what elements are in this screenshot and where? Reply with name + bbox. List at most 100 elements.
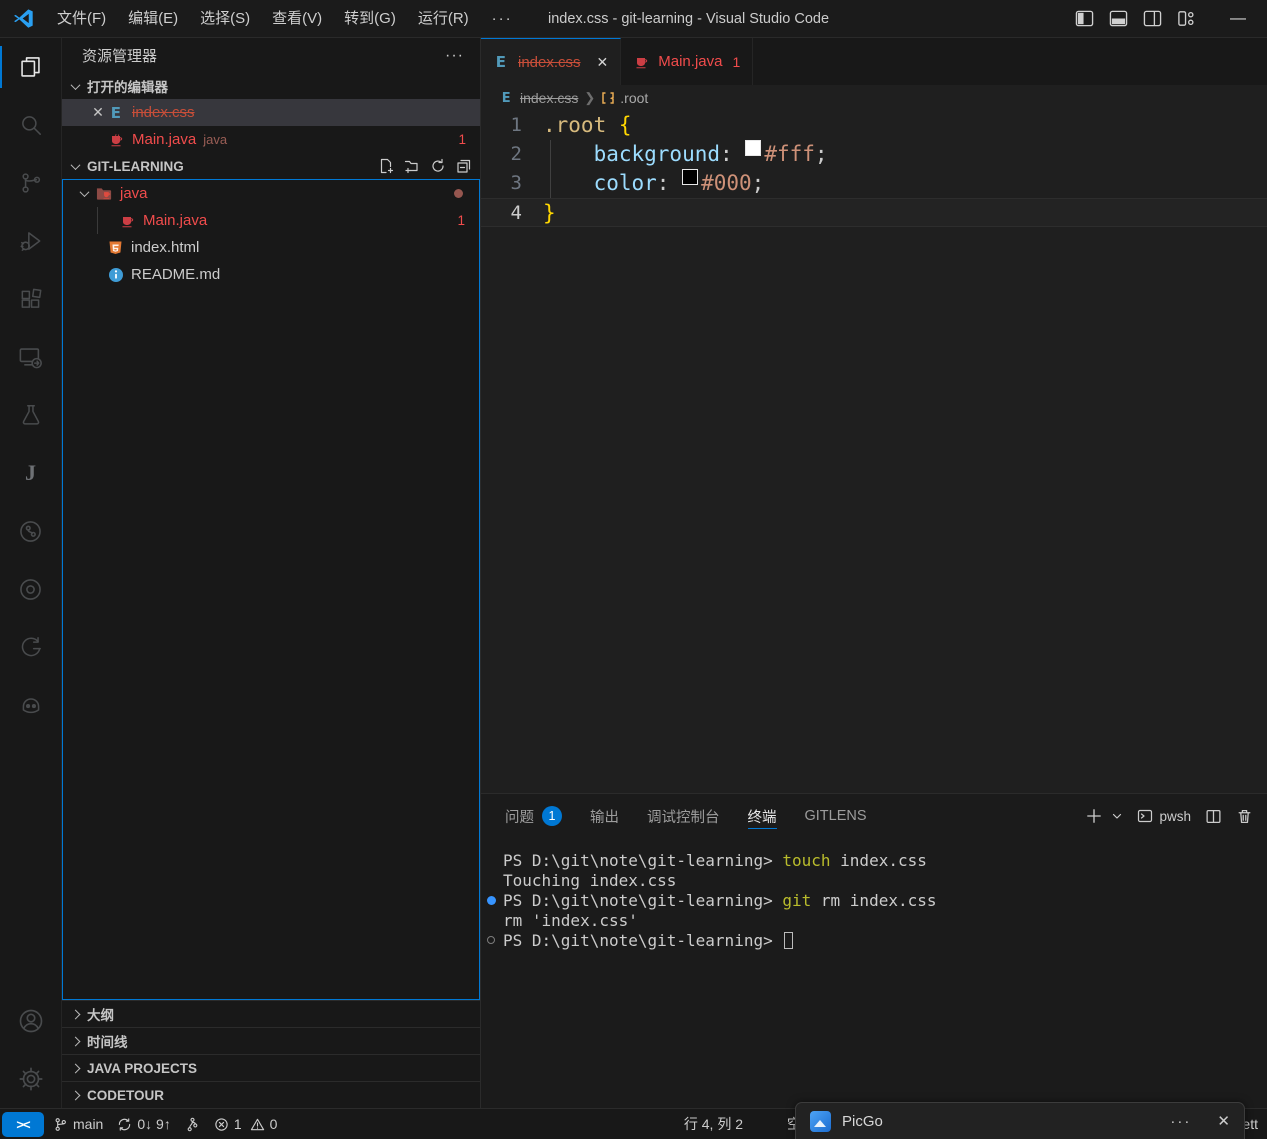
chevron-right-icon xyxy=(71,1063,81,1073)
branch-name: main xyxy=(73,1116,103,1132)
explorer-icon[interactable] xyxy=(0,38,61,96)
bottom-panel: 问题 1 输出 调试控制台 终端 GITLENS pwsh xyxy=(481,793,1267,1108)
tab-main-java[interactable]: Main.java 1 xyxy=(621,38,753,85)
toggle-panel-icon[interactable] xyxy=(1107,8,1129,30)
terminal-output[interactable]: PS D:\git\note\git-learning> touch index… xyxy=(481,838,1267,1108)
remote-indicator[interactable]: >< xyxy=(2,1112,44,1137)
search-icon[interactable] xyxy=(0,96,61,154)
menu-more-icon[interactable]: ··· xyxy=(480,10,525,27)
copilot-robot-icon[interactable] xyxy=(0,676,61,734)
refresh-icon[interactable] xyxy=(430,158,446,174)
testing-icon[interactable] xyxy=(0,386,61,444)
git-sync-item[interactable]: 0↓ 9↑ xyxy=(110,1109,177,1139)
open-editor-index-css[interactable]: ✕ Ǝ index.css xyxy=(62,99,480,126)
file-label: Main.java xyxy=(143,212,207,229)
section-label: JAVA PROJECTS xyxy=(87,1061,197,1076)
tree-folder-java[interactable]: java xyxy=(63,180,479,207)
terminal-instance-pwsh[interactable]: pwsh xyxy=(1137,808,1191,824)
breadcrumb[interactable]: Ǝ index.css ❯ .root xyxy=(481,85,1267,111)
tab-label: Main.java xyxy=(658,53,722,70)
panel-tab-bar: 问题 1 输出 调试控制台 终端 GITLENS pwsh xyxy=(481,794,1267,838)
chevron-down-icon xyxy=(80,187,90,197)
gitlens-icon[interactable] xyxy=(0,502,61,560)
account-icon[interactable] xyxy=(0,992,61,1050)
collapse-all-icon[interactable] xyxy=(456,158,472,174)
source-control-icon[interactable] xyxy=(0,154,61,212)
menu-selection[interactable]: 选择(S) xyxy=(189,0,261,37)
section-codetour[interactable]: CODETOUR xyxy=(62,1081,480,1108)
workspace-header[interactable]: GIT-LEARNING xyxy=(62,153,480,179)
notification-title: PicGo xyxy=(842,1113,883,1130)
terminal-line: rm 'index.css' xyxy=(485,911,1267,931)
sidebar-title: 资源管理器 xyxy=(82,45,157,66)
close-editor-icon[interactable]: ✕ xyxy=(88,104,108,121)
panel-tab-problems[interactable]: 问题 1 xyxy=(505,794,562,838)
tab-problem-badge: 1 xyxy=(732,54,740,70)
codetour-record-icon[interactable] xyxy=(0,560,61,618)
code-line-3: 3 color: #000; xyxy=(481,169,1267,198)
problems-count-badge: 1 xyxy=(542,806,562,826)
breadcrumb-separator-icon: ❯ xyxy=(584,90,595,106)
run-debug-icon[interactable] xyxy=(0,212,61,270)
close-tab-icon[interactable]: ✕ xyxy=(597,54,609,71)
color-swatch-white[interactable] xyxy=(745,140,761,156)
warning-count: 0 xyxy=(270,1116,278,1132)
symbol-selector-icon xyxy=(601,91,615,105)
title-bar: 文件(F) 编辑(E) 选择(S) 查看(V) 转到(G) 运行(R) ··· … xyxy=(0,0,1267,38)
tree-file-index-html[interactable]: index.html xyxy=(63,234,479,261)
panel-tab-terminal[interactable]: 终端 xyxy=(748,794,777,838)
new-file-icon[interactable] xyxy=(378,158,394,174)
command-decoration-icon[interactable] xyxy=(487,936,495,944)
menu-run[interactable]: 运行(R) xyxy=(407,0,480,37)
breadcrumb-file[interactable]: index.css xyxy=(520,90,578,106)
section-java-projects[interactable]: JAVA PROJECTS xyxy=(62,1054,480,1081)
menu-edit[interactable]: 编辑(E) xyxy=(117,0,189,37)
open-editor-main-java[interactable]: Main.java java 1 xyxy=(62,126,480,153)
breadcrumb-symbol[interactable]: .root xyxy=(620,90,648,106)
menu-view[interactable]: 查看(V) xyxy=(261,0,333,37)
menu-go[interactable]: 转到(G) xyxy=(333,0,407,37)
customize-layout-icon[interactable] xyxy=(1175,8,1197,30)
menu-file[interactable]: 文件(F) xyxy=(46,0,117,37)
chevron-right-icon xyxy=(71,1090,81,1100)
remote-explorer-icon[interactable] xyxy=(0,328,61,386)
panel-tab-output[interactable]: 输出 xyxy=(590,794,619,838)
new-terminal-icon[interactable] xyxy=(1085,807,1103,825)
source-control-graph-item[interactable] xyxy=(178,1109,207,1139)
command-decoration-icon[interactable] xyxy=(487,896,496,905)
toggle-secondary-sidebar-icon[interactable] xyxy=(1141,8,1163,30)
java-file-icon xyxy=(633,53,650,70)
color-swatch-black[interactable] xyxy=(682,169,698,185)
problems-item[interactable]: 1 0 xyxy=(207,1109,285,1139)
line-number: 3 xyxy=(481,169,543,198)
new-folder-icon[interactable] xyxy=(404,158,420,174)
terminal-dropdown-chevron-icon[interactable] xyxy=(1111,810,1123,822)
problem-count-badge: 1 xyxy=(457,213,465,228)
section-timeline[interactable]: 时间线 xyxy=(62,1027,480,1054)
code-editor[interactable]: 1.root { 2 background: #fff; 3 color: #0… xyxy=(481,111,1267,793)
cursor-position-item[interactable]: 行 4, 列 2 xyxy=(677,1109,750,1139)
split-terminal-icon[interactable] xyxy=(1205,808,1222,825)
notification-toast[interactable]: PicGo ··· ✕ xyxy=(795,1102,1245,1139)
section-outline[interactable]: 大纲 xyxy=(62,1000,480,1027)
git-graph-icon[interactable] xyxy=(0,618,61,676)
kill-terminal-trash-icon[interactable] xyxy=(1236,808,1253,825)
panel-tab-gitlens[interactable]: GITLENS xyxy=(805,794,867,838)
extensions-icon[interactable] xyxy=(0,270,61,328)
java-project-manager-icon[interactable]: J xyxy=(0,444,61,502)
chevron-down-icon xyxy=(71,80,81,90)
css-file-icon: Ǝ xyxy=(493,54,510,71)
terminal-prompt-line: PS D:\git\note\git-learning> xyxy=(485,931,1267,951)
explorer-more-actions-icon[interactable]: ··· xyxy=(445,47,464,65)
tree-file-main-java[interactable]: Main.java 1 xyxy=(63,207,479,234)
settings-gear-icon[interactable] xyxy=(0,1050,61,1108)
tree-file-readme[interactable]: README.md xyxy=(63,261,479,288)
minimize-button[interactable]: — xyxy=(1223,10,1253,28)
panel-tab-debug-console[interactable]: 调试控制台 xyxy=(647,794,720,838)
notification-close-icon[interactable]: ✕ xyxy=(1217,1112,1230,1130)
toggle-primary-sidebar-icon[interactable] xyxy=(1073,8,1095,30)
open-editors-header[interactable]: 打开的编辑器 xyxy=(62,73,480,99)
tab-index-css[interactable]: Ǝ index.css ✕ xyxy=(481,38,621,85)
git-branch-item[interactable]: main xyxy=(46,1109,110,1139)
notification-more-icon[interactable]: ··· xyxy=(1170,1113,1191,1130)
